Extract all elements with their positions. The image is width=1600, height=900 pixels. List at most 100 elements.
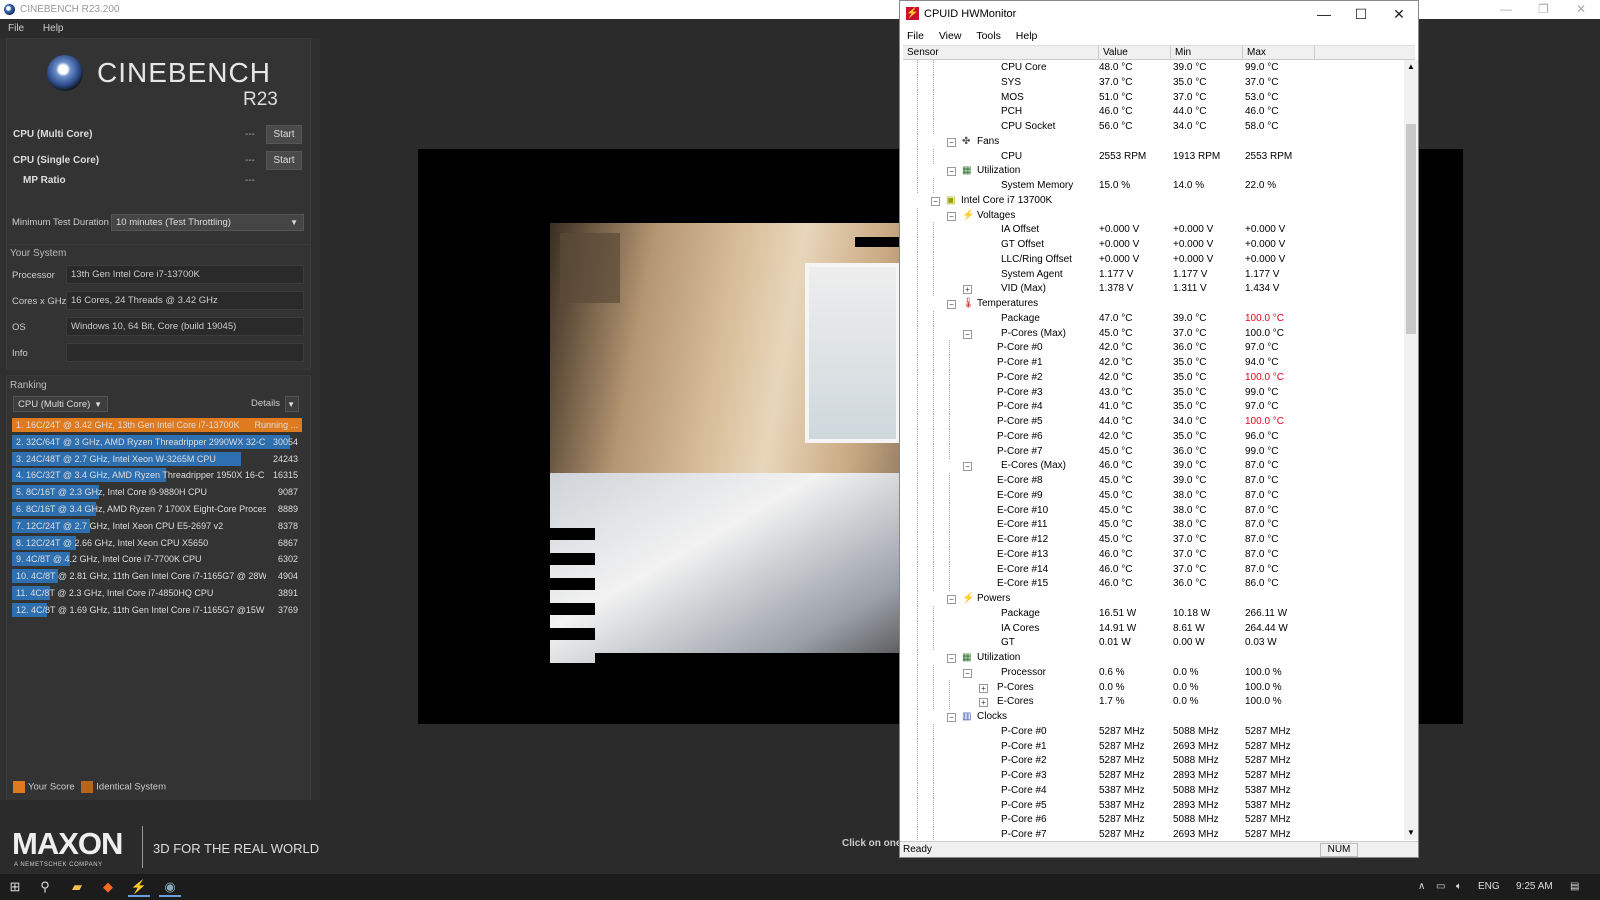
sensor-row[interactable]: − Processor 0.6 % 0.0 % 100.0 % [903, 664, 1404, 680]
search-icon[interactable]: ⚲ [34, 877, 56, 897]
sensor-row[interactable]: − E-Cores (Max) 46.0 °C 39.0 °C 87.0 °C [903, 458, 1404, 474]
sensor-row[interactable]: System Memory 15.0 % 14.0 % 22.0 % [903, 178, 1404, 193]
sensor-row[interactable]: System Agent 1.177 V 1.177 V 1.177 V [903, 266, 1404, 282]
start-single-button[interactable]: Start [266, 151, 302, 170]
vertical-scrollbar[interactable]: ▲ ▼ [1404, 60, 1418, 840]
ranking-row[interactable]: 4. 16C/32T @ 3.4 GHz, AMD Ryzen Threadri… [12, 468, 302, 483]
start-multi-button[interactable]: Start [266, 125, 302, 144]
ranking-row[interactable]: 2. 32C/64T @ 3 GHz, AMD Ryzen Threadripp… [12, 434, 302, 449]
hwmonitor-task-icon[interactable]: ⚡ [128, 877, 150, 897]
brave-icon[interactable]: ◆ [97, 877, 119, 897]
sensor-row[interactable]: Package 47.0 °C 39.0 °C 100.0 °C [903, 310, 1404, 326]
sensor-row[interactable]: P-Core #5 44.0 °C 34.0 °C 100.0 °C [903, 414, 1404, 429]
sensor-group-row[interactable]: − ▦ Utilization [903, 650, 1404, 665]
tray-chevron-icon[interactable]: ∧ [1418, 874, 1425, 900]
ranking-row[interactable]: 12. 4C/8T @ 1.69 GHz, 11th Gen Intel Cor… [12, 602, 302, 617]
sensor-row[interactable]: P-Core #5 5387 MHz 2893 MHz 5387 MHz [903, 797, 1404, 813]
sensor-row[interactable]: Package 16.51 W 10.18 W 266.11 W [903, 605, 1404, 621]
close-icon[interactable]: ✕ [1381, 1, 1417, 27]
col-min[interactable]: Min [1171, 46, 1243, 60]
details-dropdown[interactable]: ▼ [285, 396, 299, 412]
ranking-row[interactable]: 9. 4C/8T @ 4.2 GHz, Intel Core i7-7700K … [12, 552, 302, 567]
sensor-row[interactable]: P-Core #1 5287 MHz 2693 MHz 5287 MHz [903, 738, 1404, 754]
sensor-row[interactable]: E-Core #14 46.0 °C 37.0 °C 87.0 °C [903, 561, 1404, 577]
minimize-icon[interactable]: — [1500, 0, 1512, 19]
sensor-row[interactable]: SYS 37.0 °C 35.0 °C 37.0 °C [903, 74, 1404, 90]
notification-icon[interactable]: ▤ [1570, 874, 1579, 900]
ranking-row[interactable]: 1. 16C/24T @ 3.42 GHz, 13th Gen Intel Co… [12, 418, 302, 432]
sensor-group-row[interactable]: − ⚡ Powers [903, 591, 1404, 606]
collapse-icon[interactable]: − [947, 654, 956, 663]
sensor-row[interactable]: CPU Socket 56.0 °C 34.0 °C 58.0 °C [903, 119, 1404, 134]
language-indicator[interactable]: ENG [1478, 874, 1500, 900]
sensor-row[interactable]: P-Core #3 5287 MHz 2893 MHz 5287 MHz [903, 768, 1404, 783]
sensor-row[interactable]: P-Core #4 41.0 °C 35.0 °C 97.0 °C [903, 399, 1404, 415]
col-value[interactable]: Value [1099, 46, 1171, 60]
maximize-icon[interactable]: ☐ [1343, 1, 1379, 27]
sensor-row[interactable]: GT Offset +0.000 V +0.000 V +0.000 V [903, 237, 1404, 252]
sensor-row[interactable]: P-Core #2 5287 MHz 5088 MHz 5287 MHz [903, 753, 1404, 769]
sensor-row[interactable]: LLC/Ring Offset +0.000 V +0.000 V +0.000 V [903, 251, 1404, 267]
collapse-icon[interactable]: − [947, 137, 956, 147]
info-field[interactable] [66, 343, 304, 362]
sensor-row[interactable]: MOS 51.0 °C 37.0 °C 53.0 °C [903, 89, 1404, 105]
collapse-icon[interactable]: − [963, 462, 972, 472]
min-duration-select[interactable]: 10 minutes (Test Throttling) ▼ [111, 214, 304, 231]
col-max[interactable]: Max [1243, 46, 1315, 60]
sensor-group-row[interactable]: − 🌡︎ Temperatures [903, 296, 1404, 311]
menu-tools[interactable]: Tools [976, 30, 1001, 42]
sensor-row[interactable]: + VID (Max) 1.378 V 1.311 V 1.434 V [903, 281, 1404, 297]
sensor-row[interactable]: P-Core #7 45.0 °C 36.0 °C 99.0 °C [903, 443, 1404, 459]
ranking-select[interactable]: CPU (Multi Core) ▼ [13, 396, 108, 412]
sensor-row[interactable]: IA Cores 14.91 W 8.61 W 264.44 W [903, 620, 1404, 636]
sensor-row[interactable]: + E-Cores 1.7 % 0.0 % 100.0 % [903, 694, 1404, 710]
cinebench-task-icon[interactable]: ◉ [159, 877, 181, 897]
network-icon[interactable]: ▭ [1436, 874, 1445, 900]
sensor-row[interactable]: CPU 2553 RPM 1913 RPM 2553 RPM [903, 148, 1404, 164]
ranking-row[interactable]: 6. 8C/16T @ 3.4 GHz, AMD Ryzen 7 1700X E… [12, 502, 302, 516]
sensor-row[interactable]: E-Core #9 45.0 °C 38.0 °C 87.0 °C [903, 487, 1404, 503]
sensor-row[interactable]: E-Core #13 46.0 °C 37.0 °C 87.0 °C [903, 546, 1404, 562]
sensor-row[interactable]: P-Core #4 5387 MHz 5088 MHz 5387 MHz [903, 782, 1404, 798]
windows-start-icon[interactable]: ⊞ [4, 877, 26, 897]
collapse-icon[interactable]: − [963, 668, 972, 678]
menu-view[interactable]: View [939, 30, 962, 42]
details-label[interactable]: Details [251, 398, 280, 409]
expand-icon[interactable]: + [979, 698, 988, 708]
ranking-row[interactable]: 11. 4C/8T @ 2.3 GHz, Intel Core i7-4850H… [12, 586, 302, 600]
sensor-row[interactable]: PCH 46.0 °C 44.0 °C 46.0 °C [903, 104, 1404, 120]
minimize-icon[interactable]: — [1306, 1, 1342, 27]
sensor-row[interactable]: + P-Cores 0.0 % 0.0 % 100.0 % [903, 679, 1404, 695]
menu-help[interactable]: Help [43, 23, 64, 34]
file-explorer-icon[interactable]: ▰ [66, 877, 88, 897]
col-sensor[interactable]: Sensor [903, 46, 1099, 60]
sensor-group-row[interactable]: − ▥ Clocks [903, 709, 1404, 724]
sensor-row[interactable]: P-Core #2 42.0 °C 35.0 °C 100.0 °C [903, 369, 1404, 385]
ranking-row[interactable]: 7. 12C/24T @ 2.7 GHz, Intel Xeon CPU E5-… [12, 518, 302, 533]
sensor-row[interactable]: P-Core #6 5287 MHz 5088 MHz 5287 MHz [903, 812, 1404, 828]
sensor-row[interactable]: GT 0.01 W 0.00 W 0.03 W [903, 635, 1404, 651]
scroll-up-icon[interactable]: ▲ [1407, 62, 1415, 71]
collapse-icon[interactable]: − [947, 300, 956, 309]
collapse-icon[interactable]: − [947, 211, 956, 221]
sensor-row[interactable]: E-Core #15 46.0 °C 36.0 °C 86.0 °C [903, 576, 1404, 592]
close-icon[interactable]: ✕ [1576, 0, 1586, 19]
sensor-row[interactable]: P-Core #7 5287 MHz 2693 MHz 5287 MHz [903, 827, 1404, 840]
sensor-row[interactable]: P-Core #6 42.0 °C 35.0 °C 96.0 °C [903, 428, 1404, 444]
collapse-icon[interactable]: − [947, 167, 956, 177]
volume-icon[interactable]: 🔈︎ [1456, 874, 1462, 900]
sensor-row[interactable]: P-Core #1 42.0 °C 35.0 °C 94.0 °C [903, 355, 1404, 370]
collapse-icon[interactable]: − [963, 329, 972, 339]
restore-icon[interactable]: ❐ [1538, 0, 1549, 19]
sensor-row[interactable]: E-Core #12 45.0 °C 37.0 °C 87.0 °C [903, 532, 1404, 547]
sensor-row[interactable]: E-Core #8 45.0 °C 39.0 °C 87.0 °C [903, 473, 1404, 488]
sensor-row[interactable]: CPU Core 48.0 °C 39.0 °C 99.0 °C [903, 60, 1404, 75]
sensor-row[interactable]: E-Core #10 45.0 °C 38.0 °C 87.0 °C [903, 502, 1404, 518]
sensor-row[interactable]: P-Core #0 5287 MHz 5088 MHz 5287 MHz [903, 723, 1404, 739]
scroll-down-icon[interactable]: ▼ [1407, 828, 1415, 837]
collapse-icon[interactable]: − [947, 595, 956, 604]
ranking-row[interactable]: 3. 24C/48T @ 2.7 GHz, Intel Xeon W-3265M… [12, 451, 302, 466]
sensor-row[interactable]: E-Core #11 45.0 °C 38.0 °C 87.0 °C [903, 517, 1404, 533]
ranking-row[interactable]: 5. 8C/16T @ 2.3 GHz, Intel Core i9-9880H… [12, 485, 302, 500]
sensor-group-row[interactable]: − ▦ Utilization [903, 163, 1404, 179]
